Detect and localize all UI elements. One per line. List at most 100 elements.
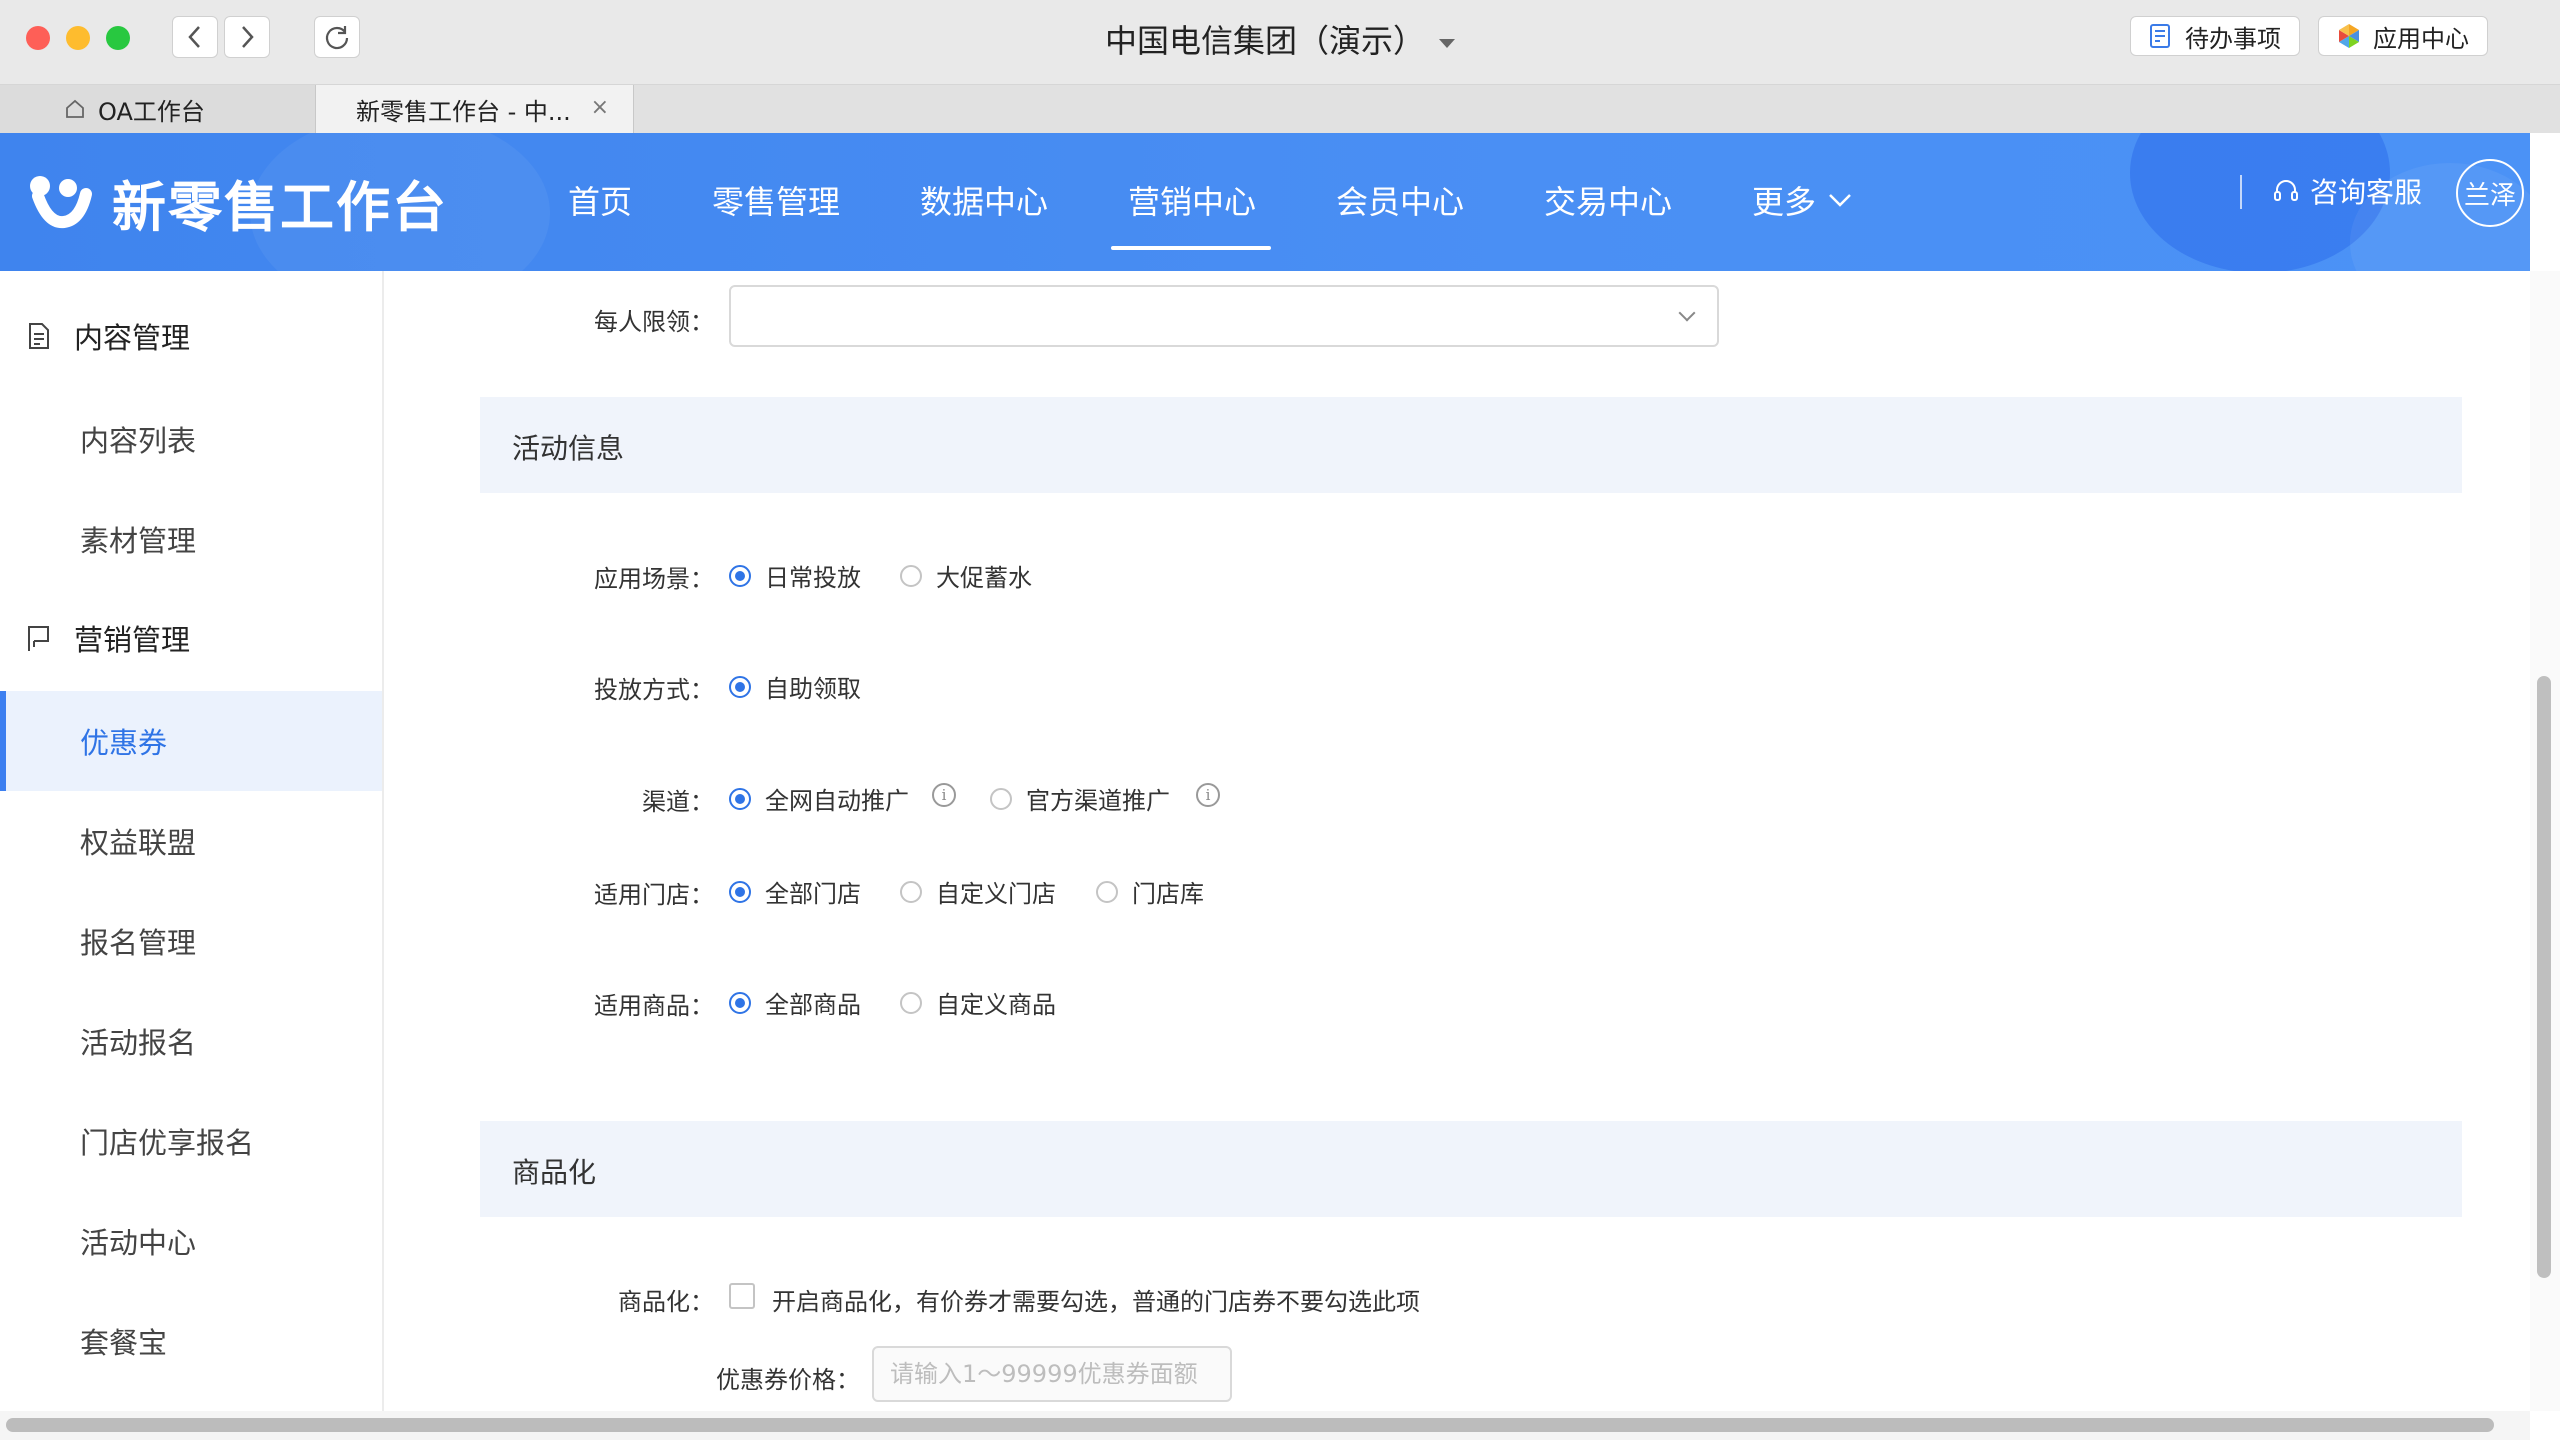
radio-self-claim[interactable]: 自助领取: [729, 669, 861, 704]
radio-custom-goods[interactable]: 自定义商品: [900, 985, 1056, 1020]
support-label: 咨询客服: [2310, 176, 2423, 209]
sidebar-item-label: 活动中心: [80, 1226, 197, 1260]
back-button[interactable]: [172, 16, 218, 58]
radio-unchecked-icon: [900, 564, 922, 587]
sidebar-item-label: 内容列表: [80, 424, 197, 458]
radio-auto-promo[interactable]: 全网自动推广: [729, 781, 909, 816]
tab-label: OA工作台: [98, 97, 205, 126]
sidebar-item-content-list[interactable]: 内容列表: [0, 389, 382, 489]
todo-list-icon: [2150, 24, 2170, 48]
radio-label: 大促蓄水: [936, 564, 1032, 592]
close-tab-icon[interactable]: ×: [591, 95, 609, 120]
app-header: 新零售工作台 首页 零售管理 数据中心 营销中心 会员中心 交易中心 更多 咨询…: [0, 133, 2530, 271]
per-limit-select[interactable]: [729, 285, 1719, 347]
horizontal-scroll-thumb[interactable]: [6, 1418, 2494, 1432]
radio-checked-icon: [729, 991, 751, 1014]
sidebar-item-label: 报名管理: [80, 926, 197, 960]
vertical-scroll-thumb[interactable]: [2537, 676, 2551, 1278]
reload-button[interactable]: [314, 16, 360, 58]
commodity-label: 商品化：: [618, 1288, 714, 1316]
coupon-price-label: 优惠券价格：: [716, 1366, 860, 1394]
flag-icon: [28, 626, 49, 651]
goods-label: 适用商品：: [594, 992, 714, 1020]
todo-label: 待办事项: [2185, 24, 2281, 53]
user-avatar[interactable]: 兰泽: [2456, 159, 2524, 227]
radio-all-stores[interactable]: 全部门店: [729, 874, 861, 909]
radio-all-goods[interactable]: 全部商品: [729, 985, 861, 1020]
headset-icon: [2274, 180, 2298, 201]
sidebar-item-activity-center[interactable]: 活动中心: [0, 1191, 382, 1291]
nav-home[interactable]: 首页: [568, 177, 632, 223]
sidebar-item-materials[interactable]: 素材管理: [0, 489, 382, 589]
nav-data-center[interactable]: 数据中心: [920, 177, 1048, 223]
sidebar-item-benefit-alliance[interactable]: 权益联盟: [0, 791, 382, 891]
sidebar-item-package[interactable]: 套餐宝: [0, 1291, 382, 1391]
sidebar-item-label: 门店优享报名: [80, 1126, 255, 1160]
chevron-down-icon: [1678, 304, 1696, 322]
nav-more[interactable]: 更多: [1752, 177, 1852, 223]
radio-label: 日常投放: [765, 564, 861, 592]
radio-promo[interactable]: 大促蓄水: [900, 558, 1032, 593]
minimize-window-button[interactable]: [66, 26, 90, 50]
info-icon[interactable]: i: [932, 783, 956, 807]
radio-checked-icon: [729, 787, 751, 810]
sidebar-item-store-registration[interactable]: 门店优享报名: [0, 1091, 382, 1191]
sidebar-item-activity-registration[interactable]: 活动报名: [0, 991, 382, 1091]
sidebar: 内容管理 内容列表 素材管理 营销管理 优惠券 权益联盟 报名管理 活动报名 门…: [0, 271, 384, 1411]
scene-label: 应用场景：: [594, 565, 714, 593]
radio-custom-stores[interactable]: 自定义门店: [900, 874, 1056, 909]
radio-store-library[interactable]: 门店库: [1096, 874, 1204, 909]
radio-checked-icon: [729, 675, 751, 698]
radio-checked-icon: [729, 880, 751, 903]
header-divider: [2240, 175, 2242, 209]
tab-new-retail[interactable]: 新零售工作台 - 中... ×: [316, 85, 634, 133]
nav-trade-center[interactable]: 交易中心: [1544, 177, 1672, 223]
zoom-window-button[interactable]: [106, 26, 130, 50]
nav-active-indicator: [1111, 246, 1271, 250]
support-button[interactable]: 咨询客服: [2272, 171, 2422, 211]
sidebar-item-label: 优惠券: [80, 726, 168, 760]
store-label: 适用门店：: [594, 881, 714, 909]
todo-button[interactable]: 待办事项: [2130, 16, 2300, 56]
method-label: 投放方式：: [594, 676, 714, 704]
app-center-label: 应用中心: [2373, 24, 2469, 53]
document-icon: [29, 323, 49, 349]
per-limit-label: 每人限领：: [594, 308, 714, 336]
caret-down-icon[interactable]: [1439, 38, 1455, 48]
radio-label: 官方渠道推广: [1026, 787, 1170, 815]
radio-unchecked-icon: [990, 787, 1012, 810]
commodity-hint: 开启商品化，有价券才需要勾选，普通的门店券不要勾选此项: [772, 1288, 1420, 1316]
app-center-button[interactable]: 应用中心: [2318, 16, 2488, 56]
section-commodity: 商品化: [480, 1121, 2462, 1217]
commodity-checkbox[interactable]: [729, 1283, 755, 1309]
tab-label: 新零售工作台 - 中...: [356, 97, 571, 126]
nav-marketing-center[interactable]: 营销中心: [1128, 177, 1256, 223]
sidebar-group-marketing[interactable]: 营销管理: [24, 617, 190, 659]
close-window-button[interactable]: [26, 26, 50, 50]
brand[interactable]: 新零售工作台: [28, 163, 448, 242]
tab-oa-workbench[interactable]: OA工作台: [0, 85, 316, 133]
sidebar-item-coupons[interactable]: 优惠券: [0, 691, 382, 791]
sidebar-item-label: 素材管理: [80, 524, 197, 558]
radio-daily[interactable]: 日常投放: [729, 558, 861, 593]
info-icon[interactable]: i: [1196, 783, 1220, 807]
coupon-price-input[interactable]: [872, 1346, 1232, 1402]
radio-label: 门店库: [1132, 880, 1204, 908]
radio-checked-icon: [729, 564, 751, 587]
radio-official-promo[interactable]: 官方渠道推广: [990, 781, 1170, 816]
forward-button[interactable]: [224, 16, 270, 58]
nav-retail[interactable]: 零售管理: [712, 177, 840, 223]
radio-label: 全网自动推广: [765, 787, 909, 815]
chevron-down-icon: [1829, 194, 1851, 207]
radio-label: 全部商品: [765, 991, 861, 1019]
sidebar-group-content[interactable]: 内容管理: [24, 315, 190, 357]
radio-unchecked-icon: [1096, 880, 1118, 903]
sidebar-item-label: 活动报名: [80, 1026, 197, 1060]
reload-icon: [325, 26, 349, 50]
user-name: 兰泽: [2463, 180, 2516, 211]
nav-more-label: 更多: [1752, 183, 1817, 221]
nav-member-center[interactable]: 会员中心: [1336, 177, 1464, 223]
section-activity-info: 活动信息: [480, 397, 2462, 493]
sidebar-item-registration[interactable]: 报名管理: [0, 891, 382, 991]
sidebar-item-label: 权益联盟: [80, 826, 197, 860]
